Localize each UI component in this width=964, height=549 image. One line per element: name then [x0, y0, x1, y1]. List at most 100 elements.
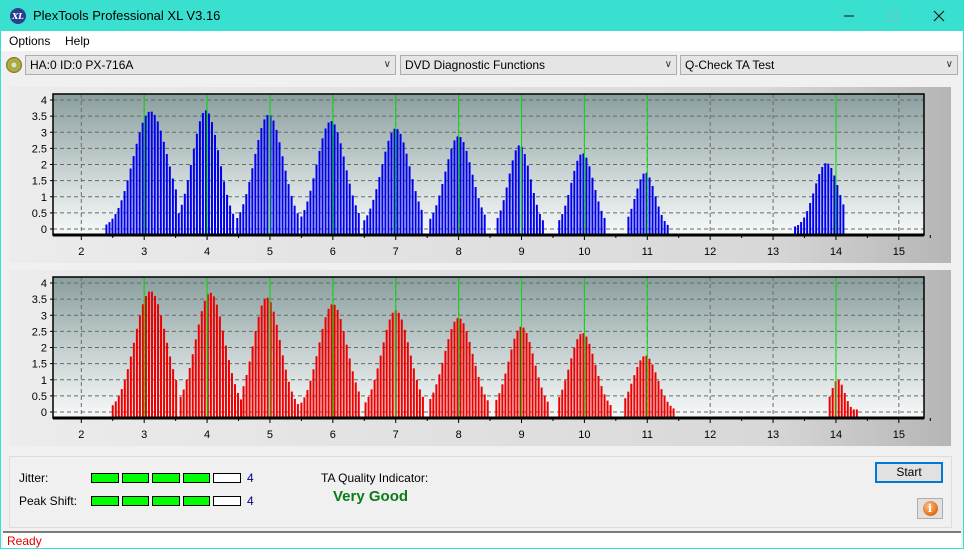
- histogram-bar: [477, 376, 480, 418]
- histogram-bar: [117, 207, 120, 235]
- histogram-bar: [849, 406, 852, 418]
- histogram-bar: [657, 380, 660, 418]
- histogram-bar: [147, 291, 150, 418]
- histogram-bar: [242, 386, 245, 418]
- histogram-bar: [126, 369, 129, 418]
- histogram-bar: [309, 380, 312, 418]
- histogram-bar: [843, 392, 846, 418]
- histogram-bar: [558, 220, 561, 235]
- histogram-bar: [111, 218, 114, 235]
- histogram-bar: [275, 324, 278, 418]
- drive-select[interactable]: HA:0 ID:0 PX-716A ∨: [25, 55, 396, 75]
- histogram-bar: [385, 329, 388, 418]
- histogram-bar: [567, 194, 570, 235]
- histogram-bar: [336, 132, 339, 235]
- jitter-meter: [91, 473, 241, 483]
- meter-segment: [121, 473, 150, 483]
- histogram-bar: [600, 386, 603, 418]
- histogram-bar: [132, 156, 135, 235]
- histogram-bar: [333, 124, 336, 235]
- histogram-bar: [471, 353, 474, 418]
- start-button[interactable]: Start: [875, 462, 943, 483]
- y-tick-label: 0: [41, 407, 47, 419]
- histogram-bar: [129, 356, 132, 418]
- histogram-bar: [400, 319, 403, 418]
- y-tick-label: 2.5: [32, 326, 47, 338]
- function-select[interactable]: DVD Diagnostic Functions ∨: [400, 55, 677, 75]
- maximize-button[interactable]: [871, 1, 917, 31]
- histogram-bar: [278, 339, 281, 418]
- histogram-bar: [150, 111, 153, 235]
- x-tick-label: 2: [78, 429, 84, 441]
- y-tick-label: 0.5: [32, 208, 47, 220]
- histogram-bar: [585, 336, 588, 418]
- histogram-bar: [513, 338, 516, 418]
- histogram-bar: [179, 396, 182, 418]
- histogram-bar: [418, 389, 421, 418]
- meter-segment: [152, 473, 180, 483]
- histogram-bar: [177, 213, 180, 235]
- y-tick-label: 0.5: [32, 391, 47, 403]
- histogram-bar: [812, 193, 815, 235]
- histogram-bar: [287, 381, 290, 418]
- histogram-bar: [157, 304, 160, 418]
- histogram-bar: [502, 200, 505, 235]
- histogram-bar: [537, 377, 540, 418]
- histogram-bar: [296, 403, 299, 418]
- histogram-bar: [594, 364, 597, 418]
- histogram-bar: [248, 181, 251, 235]
- histogram-bar: [215, 304, 218, 418]
- chevron-down-icon: ∨: [383, 59, 391, 70]
- x-tick-label: 2: [78, 246, 84, 258]
- histogram-bar: [447, 339, 450, 418]
- histogram-bar: [367, 396, 370, 418]
- histogram-bar: [186, 180, 189, 235]
- histogram-bar: [312, 178, 315, 235]
- histogram-bar: [579, 334, 582, 418]
- histogram-bar: [163, 328, 166, 418]
- histogram-bar: [390, 132, 393, 235]
- meter-segment: [213, 473, 241, 483]
- histogram-bar: [660, 389, 663, 418]
- histogram-bar: [150, 291, 153, 418]
- x-tick-label: 10: [578, 246, 590, 258]
- histogram-bar: [830, 167, 833, 235]
- info-button[interactable]: i: [917, 498, 943, 519]
- histogram-bar: [453, 140, 456, 235]
- histogram-bar: [429, 218, 432, 235]
- histogram-bar: [379, 355, 382, 418]
- histogram-bar: [257, 316, 260, 418]
- histogram-bar: [153, 114, 156, 235]
- y-tick-label: 1.5: [32, 176, 47, 188]
- minimize-button[interactable]: [826, 1, 872, 31]
- histogram-bar: [414, 191, 417, 235]
- histogram-bar: [135, 143, 138, 235]
- histogram-bar: [260, 305, 263, 418]
- menu-help[interactable]: Help: [65, 34, 90, 48]
- histogram-bar: [474, 187, 477, 235]
- histogram-bar: [198, 121, 201, 235]
- meter-segment: [182, 473, 211, 483]
- close-button[interactable]: [916, 1, 962, 31]
- histogram-bar: [330, 304, 333, 418]
- histogram-bar: [166, 342, 169, 418]
- histogram-bar: [351, 195, 354, 235]
- y-tick-label: 2: [41, 343, 47, 355]
- drive-select-value: HA:0 ID:0 PX-716A: [30, 58, 134, 72]
- histogram-bar: [809, 202, 812, 235]
- histogram-bar: [408, 166, 411, 235]
- histogram-bar: [660, 214, 663, 235]
- histogram-bar: [227, 360, 230, 418]
- test-select[interactable]: Q-Check TA Test ∨: [680, 55, 958, 75]
- histogram-bar: [815, 183, 818, 235]
- histogram-bar: [627, 216, 630, 235]
- histogram-bar: [218, 316, 221, 418]
- menu-options[interactable]: Options: [9, 34, 50, 48]
- histogram-bar: [496, 217, 499, 235]
- histogram-bar: [237, 392, 240, 418]
- histogram-bar: [538, 213, 541, 235]
- x-tick-label: 14: [830, 429, 842, 441]
- histogram-bar: [636, 188, 639, 235]
- histogram-bar: [663, 396, 666, 418]
- info-icon: i: [922, 501, 938, 516]
